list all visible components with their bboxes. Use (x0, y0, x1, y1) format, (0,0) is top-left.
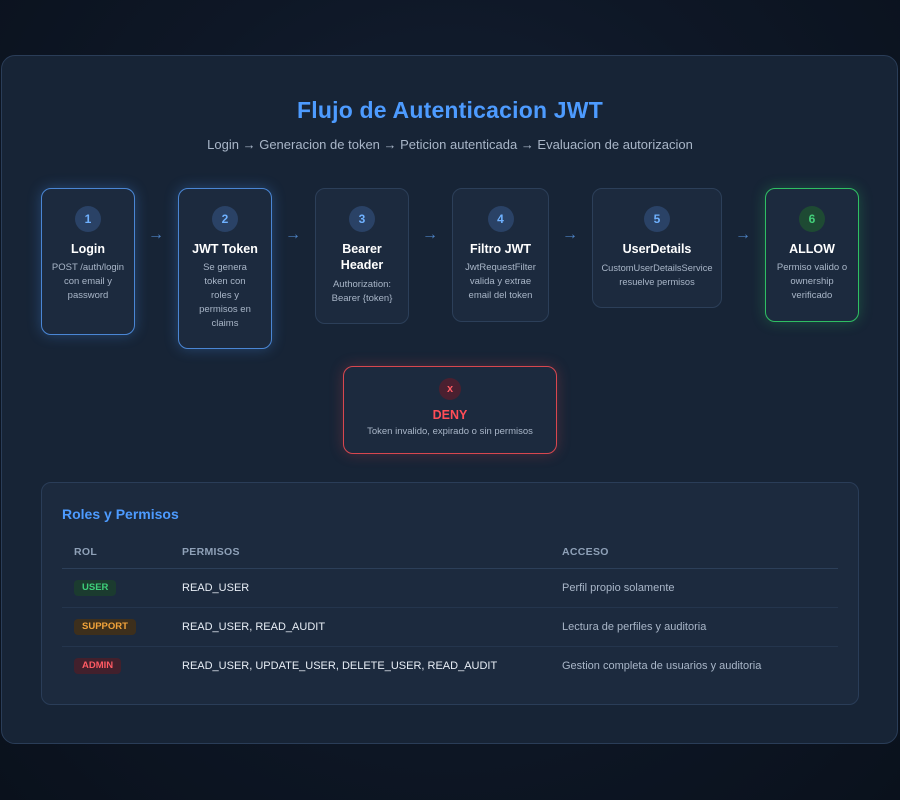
table-row: USER READ_USER Perfil propio solamente (42, 569, 858, 608)
step-title: Login (70, 242, 105, 256)
arrow-right-icon: → (735, 226, 751, 243)
step-description: CustomUserDetailsService resuelve permis… (601, 263, 713, 287)
permissions-cell: READ_USER, READ_AUDIT (182, 621, 326, 633)
deny-title: DENY (432, 408, 468, 422)
flow-step-jwt-token: 2 JWT Token Se genera token con roles y … (178, 188, 272, 349)
access-cell: Gestion completa de usuarios y auditoria (562, 660, 762, 672)
step-title: ALLOW (789, 242, 835, 256)
flow-step-filtro-jwt: 4 Filtro JWT JwtRequestFilter valida y e… (452, 188, 549, 322)
flow-step-login: 1 Login POST /auth/login con email y pas… (41, 188, 135, 335)
flow-step-allow: 6 ALLOW Permiso valido o ownership verif… (765, 188, 859, 322)
step-description: Se genera token con roles y permisos en … (199, 262, 251, 329)
step-description: Authorization: Bearer {token} (331, 279, 393, 304)
step-number-badge: 3 (349, 206, 375, 232)
arrow-right-icon: → (285, 226, 301, 243)
arrow-right-icon: → (148, 226, 164, 243)
step-number-badge: 4 (487, 206, 514, 232)
arrow-right-icon: → (422, 226, 438, 243)
step-title: UserDetails (622, 242, 692, 256)
access-cell: Lectura de perfiles y auditoria (562, 621, 707, 633)
column-header-access: ACCESO (562, 546, 609, 558)
permissions-cell: READ_USER (182, 582, 250, 594)
table-row: SUPPORT READ_USER, READ_AUDIT Lectura de… (42, 608, 858, 647)
permissions-cell: READ_USER, UPDATE_USER, DELETE_USER, REA… (182, 660, 498, 672)
step-number-badge: 2 (212, 206, 238, 232)
step-number-badge: 6 (799, 206, 825, 232)
step-description: JwtRequestFilter valida y extrae email d… (465, 262, 536, 301)
column-header-permissions: PERMISOS (182, 546, 240, 558)
step-title: JWT Token (192, 242, 258, 256)
step-description: Permiso valido o ownership verificado (776, 262, 848, 301)
step-number-badge: 1 (75, 206, 101, 232)
step-title: Filtro JWT (469, 242, 532, 256)
roles-panel: Roles y Permisos ROL PERMISOS ACCESO USE… (41, 482, 859, 705)
role-badge-admin: ADMIN (74, 658, 122, 674)
deny-description: Token invalido, expirado o sin permisos (367, 426, 533, 437)
step-title: Bearer Header (340, 242, 384, 272)
column-header-role: ROL (74, 546, 98, 558)
arrow-right-icon: → (562, 226, 578, 243)
deny-box: x DENY Token invalido, expirado o sin pe… (343, 366, 557, 454)
access-cell: Perfil propio solamente (562, 582, 675, 594)
step-description: POST /auth/login con email y password (51, 262, 125, 301)
flow-step-userdetails: 5 UserDetails CustomUserDetailsService r… (592, 188, 722, 308)
role-badge-user: USER (74, 580, 117, 596)
step-number-badge: 5 (644, 206, 670, 232)
table-row: ADMIN READ_USER, UPDATE_USER, DELETE_USE… (42, 647, 858, 686)
roles-title: Roles y Permisos (62, 506, 179, 522)
page-title: Flujo de Autenticacion JWT (297, 97, 603, 123)
page-subtitle: Login → Generacion de token → Peticion a… (207, 137, 693, 152)
role-badge-support: SUPPORT (74, 619, 136, 635)
flow-step-bearer-header: 3 Bearer Header Authorization: Bearer {t… (315, 188, 409, 324)
deny-x-icon: x (439, 378, 461, 400)
